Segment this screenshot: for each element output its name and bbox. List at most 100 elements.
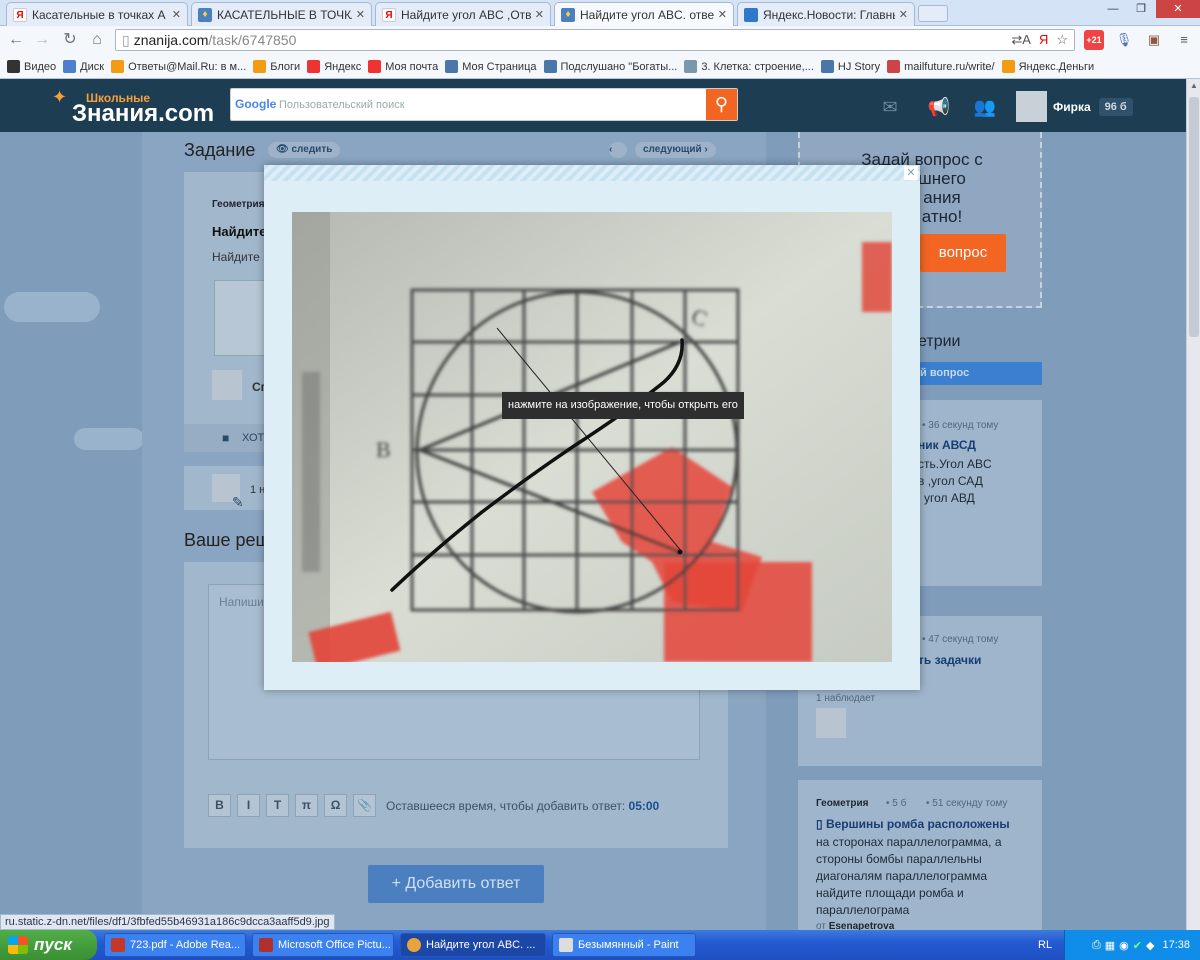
close-tab-icon[interactable]: ✕ — [172, 8, 181, 21]
bookmark-item[interactable]: Моя Страница — [445, 60, 537, 73]
question-points: • 5 б — [886, 798, 907, 809]
question-card-3: Геометрия • 5 б • 51 секунду тому ▯ Верш… — [798, 780, 1042, 932]
question-title-link[interactable]: ▯ Вершины ромба расположены — [816, 817, 1010, 831]
address-path: /task/6747850 — [208, 32, 297, 48]
task-image-thumbnail[interactable] — [214, 280, 270, 356]
taskbar-item-adobe[interactable]: 723.pdf - Adobe Rea... — [104, 933, 246, 957]
vertex-label-b: B — [376, 437, 391, 462]
translate-icon[interactable]: ⇄A — [1011, 32, 1031, 48]
bookmark-label: Моя Страница — [462, 60, 537, 73]
address-host: znanija.com — [133, 32, 209, 48]
app-tray-icon[interactable]: ◆ — [1146, 939, 1154, 952]
answer-section-title: Ваше реш — [184, 530, 270, 550]
bookmark-icon — [63, 60, 77, 73]
close-tab-icon[interactable]: ✕ — [718, 8, 727, 21]
taskbar-item-chrome[interactable]: Найдите угол ABC. ... — [400, 933, 546, 957]
bookmark-item[interactable]: 3. Клетка: строение,... — [684, 60, 814, 73]
taskbar-item-paint[interactable]: Безымянный - Paint — [552, 933, 696, 957]
volume-icon[interactable]: ◉ — [1119, 939, 1129, 952]
close-tab-icon[interactable]: ✕ — [899, 8, 908, 21]
close-lightbox-button[interactable]: ✕ — [904, 166, 918, 180]
back-icon[interactable]: ← — [6, 30, 26, 50]
category-ask-button[interactable]: й вопрос — [918, 362, 1042, 385]
printer-icon[interactable]: ⎙ — [1092, 939, 1101, 952]
maximize-button[interactable]: ❐ — [1128, 0, 1154, 18]
camera-extension-icon[interactable]: ▣ — [1144, 30, 1164, 50]
close-tab-icon[interactable]: ✕ — [356, 8, 365, 21]
search-button[interactable]: ⚲ — [706, 89, 737, 120]
minimize-button[interactable]: — — [1100, 0, 1126, 18]
language-indicator[interactable]: RL — [1038, 939, 1052, 951]
scroll-up-icon[interactable]: ▲ — [1190, 81, 1198, 90]
bookmark-item[interactable]: Подслушано "Богаты... — [543, 60, 678, 73]
mail-icon[interactable]: ✉ — [877, 97, 903, 117]
format-button[interactable]: π — [295, 794, 318, 817]
bookmark-item[interactable]: Моя почта — [368, 60, 438, 73]
window-close-button[interactable]: ✕ — [1156, 0, 1200, 18]
question-title-link[interactable]: ник АВСД — [918, 438, 976, 452]
browser-tab-1[interactable]: Я Касательные в точках А и ✕ — [6, 2, 188, 26]
search-icon: ⚲ — [714, 94, 729, 114]
reload-icon[interactable]: ↻ — [60, 30, 80, 50]
bookmark-icon — [887, 60, 901, 73]
browser-tab-5[interactable]: Яндекс.Новости: Главные ✕ — [737, 2, 915, 26]
follow-button[interactable]: 👁 следить — [268, 142, 341, 158]
tab-title: Яндекс.Новости: Главные — [763, 7, 895, 22]
scrollbar-thumb[interactable] — [1189, 97, 1199, 337]
task-text: Найдите — [212, 250, 260, 264]
bookmark-label: Подслушано "Богаты... — [560, 60, 678, 73]
site-search[interactable]: Google Пользовательский поиск ⚲ — [230, 88, 738, 121]
format-button[interactable]: I — [237, 794, 260, 817]
start-button[interactable]: пуск — [0, 930, 97, 960]
bookmark-star-icon[interactable]: ☆ — [1056, 32, 1068, 48]
network-icon[interactable]: ▦ — [1105, 939, 1115, 952]
new-tab-button[interactable] — [918, 5, 948, 22]
address-bar[interactable]: ▯ znanija.com /task/6747850 ⇄A Я ☆ — [115, 29, 1075, 51]
browser-toolbar: ← → ↻ ⌂ ▯ znanija.com /task/6747850 ⇄A Я… — [0, 26, 1200, 55]
forward-icon[interactable]: → — [32, 30, 52, 50]
browser-tab-3[interactable]: Я Найдите угол ABC ,Ответ д ✕ — [375, 2, 551, 26]
browser-tab-2[interactable]: ♦ КАСАТЕЛЬНЫЕ В ТОЧКАХ А ✕ — [191, 2, 372, 26]
bookmark-item[interactable]: Видео — [7, 60, 56, 73]
chrome-icon — [407, 938, 421, 952]
open-image-tooltip: нажмите на изображение, чтобы открыть ег… — [502, 392, 744, 419]
yandex-ext-icon[interactable]: Я — [1039, 32, 1048, 48]
friends-icon[interactable]: 👥 — [972, 97, 998, 117]
question-title-link[interactable]: ть задачки — [918, 653, 981, 667]
next-button[interactable]: следующий › — [635, 142, 716, 158]
znanija-icon: ♦ — [561, 7, 575, 22]
microphone-icon[interactable]: 🎙 — [1114, 30, 1134, 50]
prev-button[interactable]: ‹ — [609, 142, 627, 158]
bookmark-item[interactable]: Ответы@Mail.Ru: в м... — [111, 60, 246, 73]
bookmark-item[interactable]: Яндекс — [307, 60, 361, 73]
menu-icon[interactable]: ≡ — [1174, 30, 1194, 50]
format-button[interactable]: Ω — [324, 794, 347, 817]
megaphone-icon[interactable]: 📢 — [926, 97, 952, 117]
bookmark-item[interactable]: mailfuture.ru/write/ — [887, 60, 995, 73]
question-line: найдите площади ромба и — [816, 886, 964, 900]
user-menu[interactable]: Фирка 96 б — [1016, 91, 1133, 122]
add-answer-button[interactable]: + Добавить ответ — [368, 865, 544, 903]
home-icon[interactable]: ⌂ — [87, 30, 107, 50]
taskbar-item-picture-manager[interactable]: Microsoft Office Pictu... — [252, 933, 394, 957]
bookmark-item[interactable]: Диск — [63, 60, 104, 73]
want-button-label[interactable]: ХОТ — [242, 432, 264, 444]
bookmark-item[interactable]: Блоги — [253, 60, 300, 73]
question-line: угол АВД — [924, 491, 975, 505]
windows-flag-icon — [8, 936, 28, 954]
avatar — [1016, 91, 1047, 122]
browser-tab-4-active[interactable]: ♦ Найдите угол ABC. ответ д ✕ — [554, 2, 734, 26]
page-scrollbar[interactable]: ▲ — [1186, 79, 1200, 930]
ask-question-button[interactable]: вопрос — [920, 234, 1006, 272]
security-icon[interactable]: ✔ — [1133, 939, 1142, 952]
bookmark-item[interactable]: HJ Story — [820, 60, 880, 73]
pencil-icon[interactable]: ✎ — [232, 494, 244, 511]
format-button[interactable]: T — [266, 794, 289, 817]
format-button[interactable]: B — [208, 794, 231, 817]
bookmark-item[interactable]: Яндекс.Деньги — [1001, 60, 1094, 73]
tab-title: КАСАТЕЛЬНЫЕ В ТОЧКАХ А — [217, 7, 352, 22]
task-photo[interactable]: B C — [292, 212, 892, 662]
extension-badge-icon[interactable]: +21 — [1084, 30, 1104, 50]
format-button[interactable]: 📎 — [353, 794, 376, 817]
close-tab-icon[interactable]: ✕ — [535, 8, 544, 21]
